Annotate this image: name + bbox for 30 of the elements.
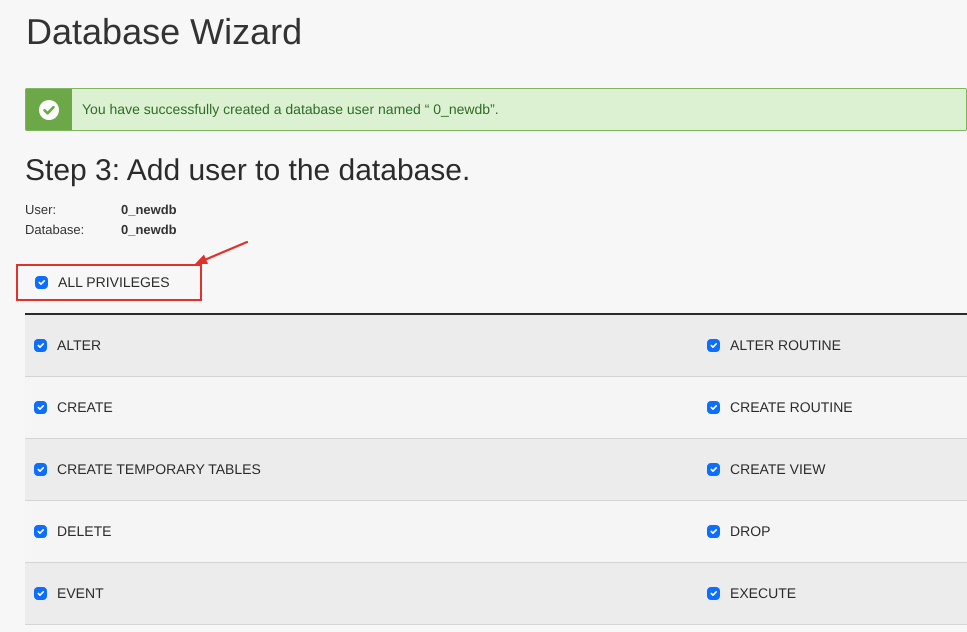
- checkbox-label: CREATE VIEW: [730, 460, 826, 479]
- checkbox[interactable]: [34, 587, 47, 600]
- checkbox[interactable]: [35, 276, 48, 289]
- page-title: Database Wizard: [26, 10, 304, 53]
- checkbox-label: ALTER: [57, 336, 102, 355]
- detail-value: 0_newdb: [121, 222, 177, 237]
- checkbox[interactable]: [34, 525, 47, 538]
- checkbox-label: DELETE: [57, 522, 112, 541]
- checkbox-label: ALTER ROUTINE: [730, 336, 841, 355]
- checkbox[interactable]: [707, 587, 720, 600]
- checkbox[interactable]: [34, 401, 47, 414]
- checkbox-label: EXECUTE: [730, 584, 796, 603]
- checkbox[interactable]: [707, 339, 720, 352]
- checkbox[interactable]: [707, 463, 720, 476]
- checkbox[interactable]: [707, 401, 720, 414]
- checkbox-label: DROP: [730, 522, 770, 541]
- step-heading: Step 3: Add user to the database.: [25, 153, 472, 189]
- detail-label: User:: [25, 201, 58, 219]
- checkbox[interactable]: [34, 463, 47, 476]
- detail-label: Database:: [25, 221, 86, 239]
- checkbox-label: CREATE ROUTINE: [730, 398, 853, 417]
- checkbox[interactable]: [34, 339, 47, 352]
- checkbox-label: ALL PRIVILEGES: [58, 273, 170, 292]
- checkbox-label: CREATE: [57, 398, 113, 417]
- checkbox-label: CREATE TEMPORARY TABLES: [57, 460, 261, 479]
- detail-value: 0_newdb: [121, 202, 177, 217]
- alert-message: You have successfully created a database user named “ 0_newdb”.: [81, 100, 499, 119]
- check-circle-icon: [39, 100, 59, 120]
- checkbox-label: EVENT: [57, 584, 104, 603]
- checkbox[interactable]: [707, 525, 720, 538]
